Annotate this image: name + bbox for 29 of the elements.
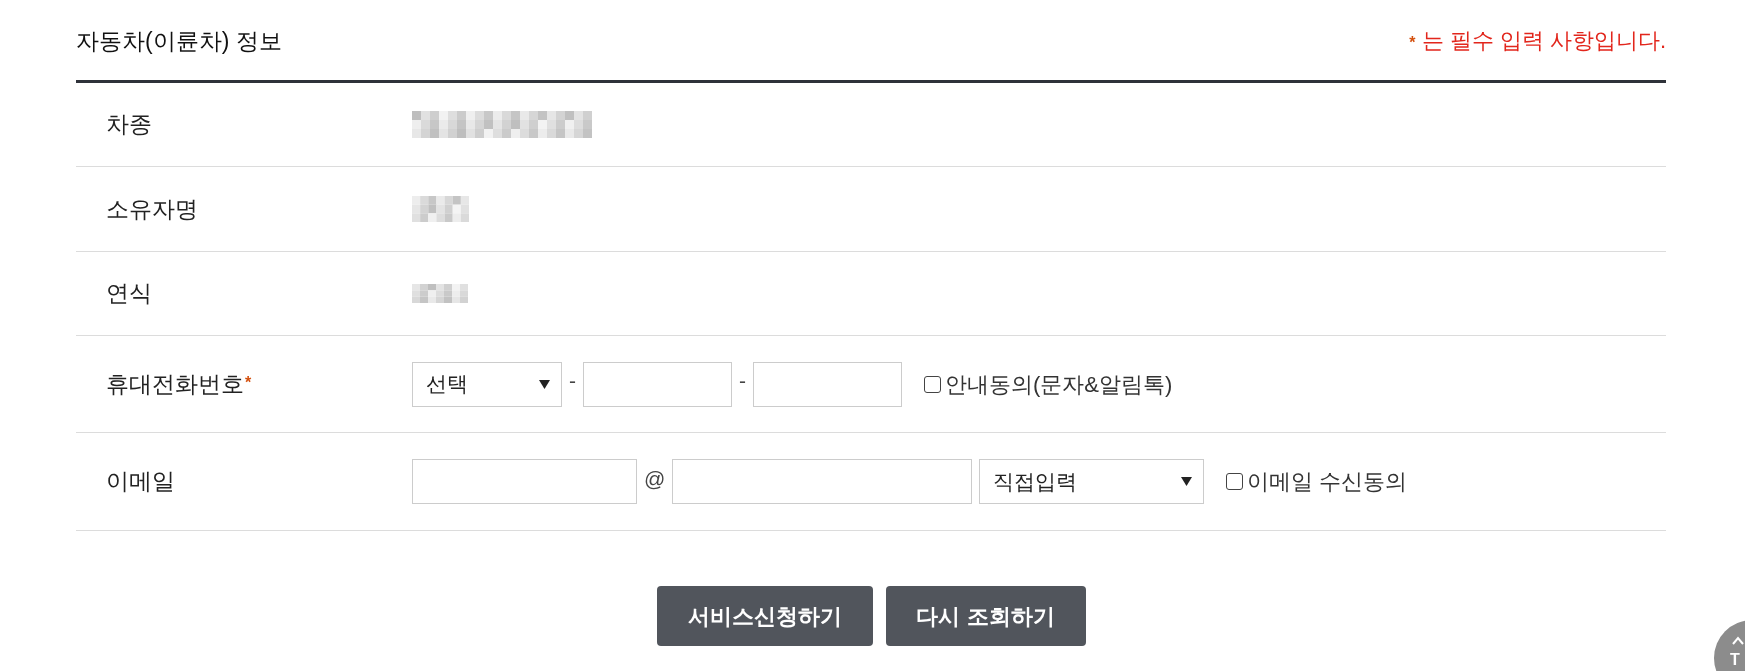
field-label: 이메일 — [106, 467, 175, 497]
checkbox-label: 이메일 수신동의 — [1247, 468, 1408, 496]
required-asterisk: * — [1409, 35, 1416, 51]
pixelated-value — [412, 196, 469, 222]
input-field[interactable] — [753, 361, 902, 407]
field-label: 연식 — [106, 279, 152, 309]
field-label: 소유자명 — [106, 194, 198, 224]
required-note: 는 필수 입력 사항입니다. — [1421, 27, 1666, 55]
field-label: 휴대전화번호 — [106, 369, 244, 399]
select-dropdown[interactable]: 직접입력 — [979, 459, 1205, 504]
pixelated-value — [412, 284, 468, 303]
input-field[interactable] — [412, 459, 637, 504]
action-button[interactable]: 서비스신청하기 — [656, 586, 873, 646]
caret-icon — [539, 379, 550, 389]
checkbox[interactable] — [924, 375, 941, 393]
select-dropdown[interactable]: 선택 — [412, 361, 562, 407]
section-title: 자동차(이륜차) 정보 — [76, 27, 282, 56]
required-asterisk: * — [245, 375, 252, 391]
separator-text: - — [739, 368, 746, 395]
checkbox-label: 안내동의(문자&알림톡) — [945, 370, 1173, 399]
input-field[interactable] — [672, 459, 973, 504]
separator-text: @ — [644, 465, 666, 492]
input-field[interactable] — [583, 361, 732, 407]
caret-icon — [1181, 477, 1193, 486]
separator-text: - — [569, 368, 576, 395]
field-label: 차종 — [106, 110, 152, 140]
arrow-up-icon — [1732, 636, 1744, 645]
action-button[interactable]: 다시 조회하기 — [885, 586, 1086, 646]
checkbox[interactable] — [1226, 473, 1244, 490]
